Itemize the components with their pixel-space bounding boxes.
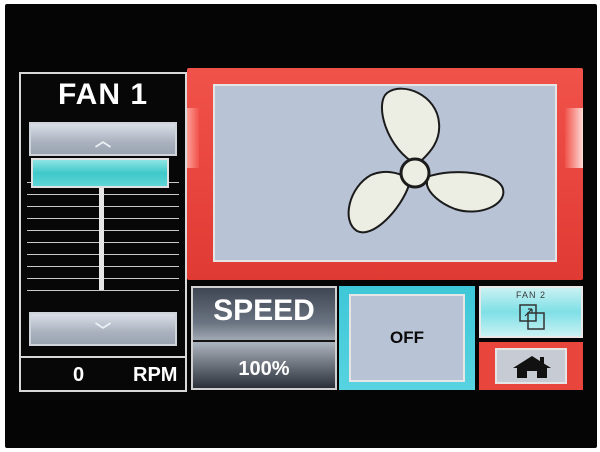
fan-title: FAN 1 xyxy=(57,78,149,111)
window-switch-icon xyxy=(519,304,545,330)
fan-display-frame xyxy=(187,68,583,280)
fan1-control-panel: FAN 1 ︿ ﹀ 0 RPM xyxy=(19,72,187,392)
speed-down-button[interactable]: ﹀ xyxy=(29,312,177,346)
fan-propeller-icon xyxy=(347,87,505,234)
frame-highlight xyxy=(565,108,583,168)
off-label: OFF xyxy=(390,328,424,347)
speed-label: SPEED xyxy=(213,294,315,327)
speed-slider[interactable] xyxy=(27,158,179,300)
slider-track xyxy=(99,180,104,290)
rpm-unit: RPM xyxy=(133,364,178,386)
home-button[interactable] xyxy=(479,342,583,390)
fan-display-window xyxy=(213,84,557,262)
hmi-screen: FAN 1 ︿ ﹀ 0 RPM SPEED 100% OFF FAN 2 xyxy=(5,4,597,448)
slider-thumb[interactable] xyxy=(31,158,169,188)
chevron-up-icon: ︿ xyxy=(94,133,111,150)
speed-display: SPEED 100% xyxy=(191,286,337,390)
speed-divider xyxy=(193,340,335,342)
home-icon xyxy=(513,356,551,378)
chevron-down-icon: ﹀ xyxy=(94,323,111,340)
home-button-face xyxy=(495,348,567,384)
speed-value: 100% xyxy=(238,358,290,380)
rpm-value: 0 xyxy=(73,364,85,386)
fan2-button[interactable]: FAN 2 xyxy=(479,286,583,338)
rpm-readout: 0 RPM xyxy=(21,356,185,390)
off-button-face: OFF xyxy=(349,294,465,382)
slider-tick xyxy=(27,290,179,291)
frame-highlight xyxy=(187,108,199,168)
off-button[interactable]: OFF xyxy=(339,286,475,390)
fan2-label: FAN 2 xyxy=(515,290,546,300)
speed-up-button[interactable]: ︿ xyxy=(29,122,177,156)
